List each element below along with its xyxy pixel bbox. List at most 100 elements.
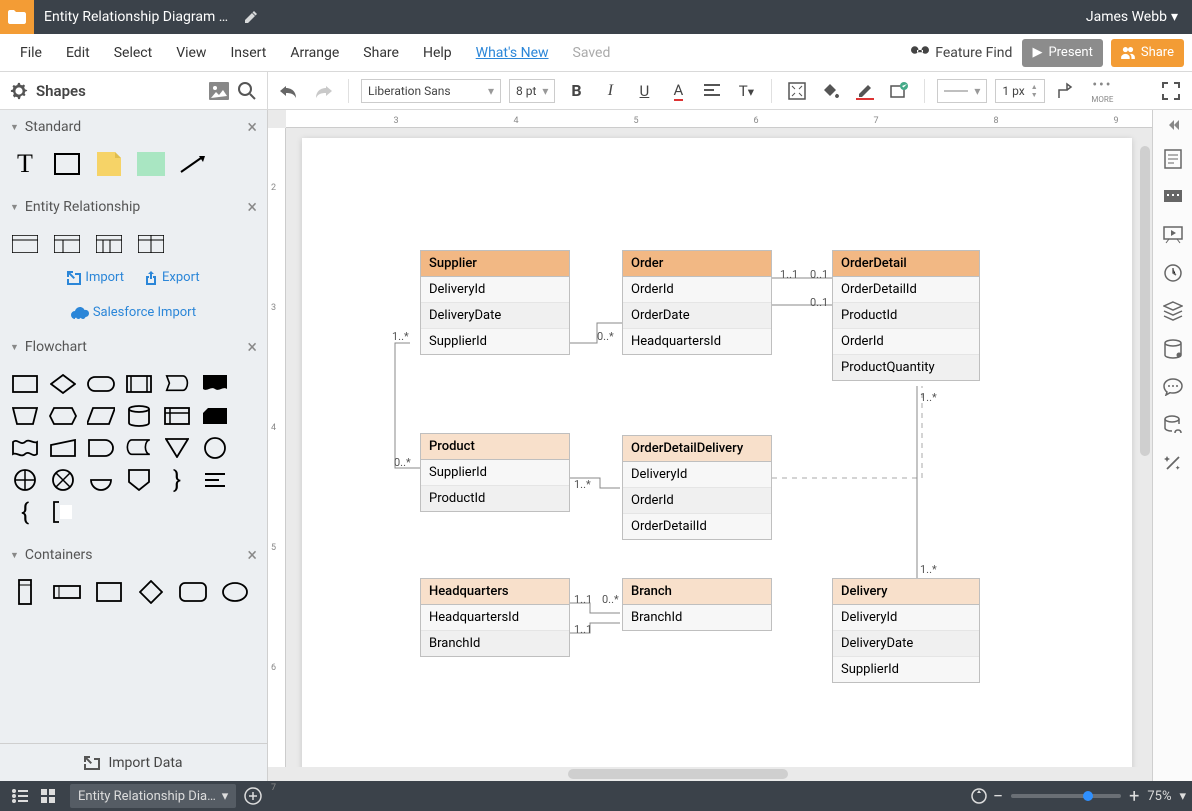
text-color-button[interactable]: A [665, 78, 691, 104]
bold-button[interactable]: B [563, 78, 589, 104]
fc-collate[interactable] [86, 468, 116, 492]
zoom-level[interactable]: 75% [1147, 789, 1171, 804]
shape-er-3[interactable] [94, 232, 124, 256]
close-icon[interactable]: × [247, 337, 257, 358]
entity-row[interactable]: SupplierId [421, 460, 569, 486]
line-style-select[interactable]: ▾ [937, 79, 987, 103]
comments-icon[interactable] [1162, 186, 1184, 208]
border-color-button[interactable] [852, 78, 878, 104]
cont-circle[interactable] [220, 580, 250, 604]
entity-row[interactable]: SupplierId [421, 329, 569, 354]
collapse-right-icon[interactable] [1166, 118, 1180, 132]
more-button[interactable]: •••MORE [1091, 77, 1113, 104]
entity-row[interactable]: OrderId [833, 329, 979, 355]
zoom-in-button[interactable]: + [1129, 786, 1139, 807]
import-data-button[interactable]: Import Data [0, 743, 267, 781]
feature-find[interactable]: Feature Find [911, 45, 1012, 61]
menu-file[interactable]: File [8, 39, 54, 67]
menu-whats-new[interactable]: What's New [464, 39, 561, 67]
magic-icon[interactable] [1162, 452, 1184, 474]
fc-process[interactable] [10, 372, 40, 396]
add-page-button[interactable] [244, 787, 262, 805]
menu-share[interactable]: Share [351, 39, 411, 67]
image-icon[interactable] [209, 82, 229, 100]
entity-row[interactable]: OrderDetailId [833, 277, 979, 303]
entity-row[interactable]: OrderId [623, 277, 771, 303]
fc-card[interactable] [200, 404, 230, 428]
history-icon[interactable] [1162, 262, 1184, 284]
shape-er-2[interactable] [52, 232, 82, 256]
share-button[interactable]: Share [1111, 39, 1184, 67]
scroll-horizontal[interactable] [268, 767, 1152, 781]
shape-options-button[interactable] [886, 78, 912, 104]
cont-rounded[interactable] [178, 580, 208, 604]
menu-edit[interactable]: Edit [54, 39, 102, 67]
cont-rect[interactable] [94, 580, 124, 604]
gear-icon[interactable] [10, 82, 28, 100]
fc-or[interactable] [48, 468, 78, 492]
entity-row[interactable]: SupplierId [833, 657, 979, 682]
fc-merge[interactable] [162, 436, 192, 460]
fc-tape[interactable] [10, 436, 40, 460]
fc-annot[interactable] [48, 500, 78, 524]
grid-view-icon[interactable] [34, 782, 62, 810]
shape-er-1[interactable] [10, 232, 40, 256]
fill-button[interactable] [818, 78, 844, 104]
shape-arrow[interactable] [178, 152, 208, 176]
fc-display[interactable] [162, 372, 192, 396]
entity-delivery[interactable]: Delivery DeliveryId DeliveryDate Supplie… [832, 578, 980, 683]
fc-note[interactable] [200, 468, 230, 492]
cont-swimlane-h[interactable] [52, 580, 82, 604]
section-standard[interactable]: ▼Standard× [0, 110, 267, 144]
entity-row[interactable]: DeliveryId [623, 462, 771, 488]
font-select[interactable]: Liberation Sans▾ [361, 79, 501, 103]
shape-fit-button[interactable] [784, 78, 810, 104]
data-icon[interactable] [1162, 338, 1184, 360]
close-icon[interactable]: × [247, 545, 257, 566]
entity-row[interactable]: OrderDate [623, 303, 771, 329]
cont-swimlane-v[interactable] [10, 580, 40, 604]
line-width-select[interactable]: 1 px▲▼ [995, 79, 1045, 103]
shape-er-4[interactable] [136, 232, 166, 256]
zoom-slider[interactable] [1011, 794, 1121, 798]
folder-icon[interactable] [0, 0, 34, 34]
entity-orderdetaildelivery[interactable]: OrderDetailDelivery DeliveryId OrderId O… [622, 435, 772, 540]
align-button[interactable] [699, 78, 725, 104]
fc-manual-inp[interactable] [48, 436, 78, 460]
line-route-button[interactable] [1053, 78, 1079, 104]
db-link-icon[interactable] [1162, 414, 1184, 436]
fc-db[interactable] [124, 404, 154, 428]
scroll-vertical[interactable] [1138, 128, 1152, 753]
fc-data[interactable] [86, 404, 116, 428]
pencil-icon[interactable] [244, 10, 258, 24]
fc-connector[interactable] [200, 436, 230, 460]
chat-icon[interactable] [1162, 376, 1184, 398]
fc-terminator[interactable] [86, 372, 116, 396]
close-icon[interactable]: × [247, 197, 257, 218]
menu-insert[interactable]: Insert [218, 39, 278, 67]
underline-button[interactable]: U [631, 78, 657, 104]
fc-brace-l[interactable]: { [10, 500, 40, 524]
fc-predef[interactable] [124, 372, 154, 396]
entity-row[interactable]: ProductQuantity [833, 355, 979, 380]
menu-help[interactable]: Help [411, 39, 464, 67]
page[interactable]: Supplier DeliveryId DeliveryDate Supplie… [302, 138, 1132, 767]
outline-view-icon[interactable] [6, 782, 34, 810]
redo-button[interactable] [310, 78, 336, 104]
entity-row[interactable]: HeadquartersId [421, 605, 569, 631]
fullscreen-button[interactable] [1158, 78, 1184, 104]
present-button[interactable]: ▶Present [1022, 39, 1102, 67]
fc-doc[interactable] [200, 372, 230, 396]
entity-row[interactable]: BranchId [623, 605, 771, 630]
fc-intstore[interactable] [162, 404, 192, 428]
canvas-stage[interactable]: Supplier DeliveryId DeliveryDate Supplie… [286, 128, 1152, 767]
salesforce-import-link[interactable]: Salesforce Import [14, 305, 253, 320]
page-icon[interactable] [1162, 148, 1184, 170]
entity-row[interactable]: HeadquartersId [623, 329, 771, 354]
undo-button[interactable] [276, 78, 302, 104]
fc-stored[interactable] [124, 436, 154, 460]
entity-row[interactable]: DeliveryDate [833, 631, 979, 657]
entity-row[interactable]: DeliveryDate [421, 303, 569, 329]
fc-brace-r[interactable]: } [162, 468, 192, 492]
layers-icon[interactable] [1162, 300, 1184, 322]
